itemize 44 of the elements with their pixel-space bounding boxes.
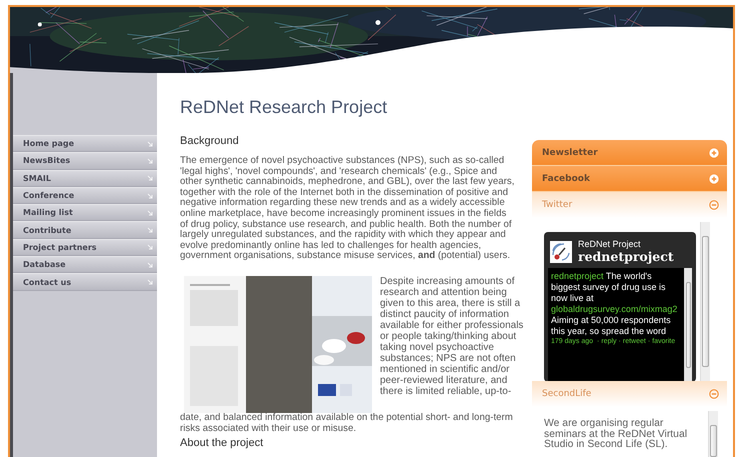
minus-circle-icon [709,200,719,210]
paragraph: Despite increasing amounts of research and attention being given to this area, there is still a distinct paucity of information available for either professionals or people taking/thinking about taking novel psychoactive substances; NPS are not often mentioned in scientific and/or peer-reviewed literature, and there is limited reliable, up-to- [380,276,524,397]
section-heading: Background [180,135,240,147]
logo-icon [550,240,572,262]
user-link[interactable]: rednetproject [551,271,604,281]
paragraph: The emergence of novel psychoactive substances (NPS), such as so-called 'legal highs', 'novel compounds', and 'research chemicals' (e.g., Spice and other synthetic cannabinoids, mephedrone, and GBL), over the last few years, together with the role of the Internet both in the dissemination of positive and negative information regarding these new trends and as a widely accessible online marketplace, have become increasingly prominent issues in the fields of drug policy, substance use research, and public health. Both the number of largely unregulated substances, and the rapidity with which they appear and evolve predominantly online has led to challenges for health agencies, government organisations, substance misuse services, and (potential) users. [180,156,516,262]
arrow-icon [147,210,153,216]
nav-link[interactable]: Mailing list [13,204,157,222]
arrow-icon [147,158,153,164]
plus-circle-icon [709,148,719,158]
nav-link[interactable]: Database [13,256,157,274]
panel-title: Facebook [542,174,590,184]
page-title: ReDNet Research Project [180,97,388,118]
arrow-icon [147,140,153,147]
account-name: ReDNet Project [578,239,642,249]
nav-link[interactable]: NewsBites [13,152,157,170]
arrow-icon [147,175,153,182]
scrollbar[interactable] [700,222,710,381]
paragraph: date, and balanced information available on the potential short- and long-term risks associated with their use or misuse. [180,412,514,434]
nav-link[interactable]: SMAIL [13,170,157,187]
tweet-link[interactable]: globaldrugsurvey.com/mixmag2 [551,304,678,314]
scrollbar[interactable] [708,411,718,457]
panel-title: Newsletter [542,148,598,158]
arrow-icon [147,262,153,268]
arrow-icon [147,244,153,250]
tweet-text: rednetproject The world's biggest survey of drug use is now live at globaldrugsurvey.com/mixmag2 Aiming at 50,000 respondents this year, so spread the word [551,271,678,337]
arrow-icon [147,279,153,286]
nav-link[interactable]: Contact us [13,273,157,291]
panel-title: SecondLife [542,389,592,399]
panel-header[interactable]: Newsletter [532,140,727,166]
account-handle: rednetproject [578,249,674,264]
nav-link[interactable]: Contribute [13,221,157,239]
panel-header[interactable]: Facebook [532,166,727,192]
section-heading: About the project [180,437,264,450]
panel-title: Twitter [542,200,572,210]
minus-circle-icon [709,389,719,399]
nav-link[interactable]: Project partners [13,238,157,256]
arrow-icon [147,192,153,199]
scrollbar[interactable] [684,268,692,381]
arrow-icon [147,227,153,234]
nav-link[interactable]: Conference [13,186,157,204]
plus-circle-icon [709,174,719,184]
nav-link[interactable]: Home page [13,135,157,152]
panel-text: We are organising regular seminars at the ReDNet Virtual Studio in Second Life (SL). [544,417,688,452]
